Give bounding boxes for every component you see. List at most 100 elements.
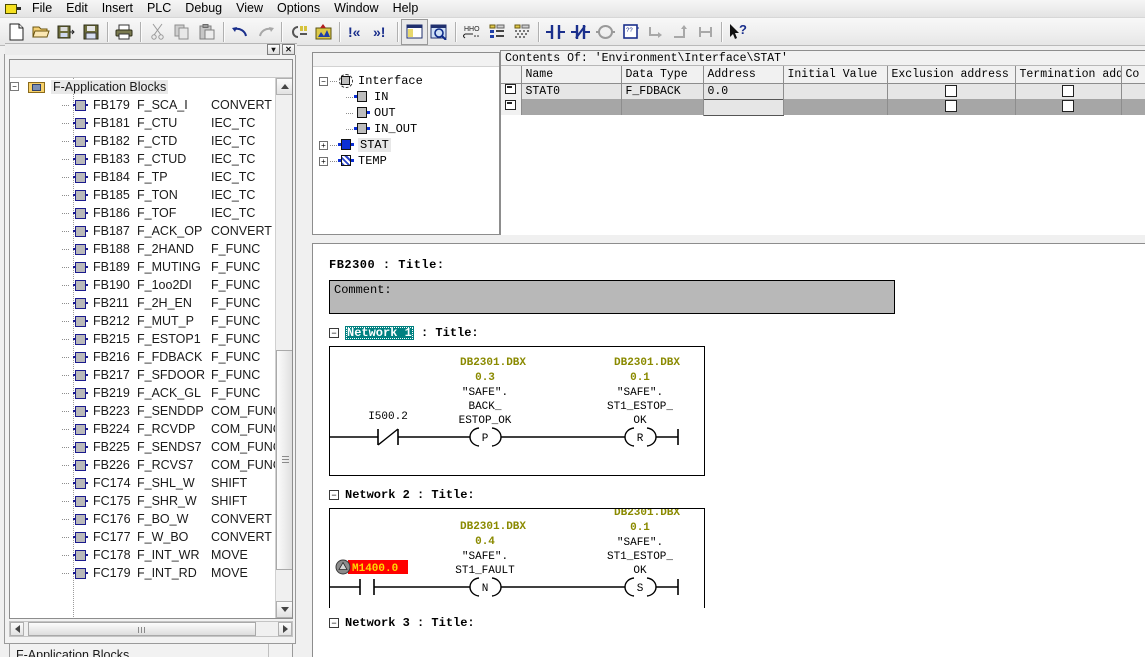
- undo-icon[interactable]: [228, 20, 253, 44]
- save-icon[interactable]: [79, 20, 104, 44]
- expander-icon[interactable]: −: [10, 82, 19, 91]
- cell-data-type[interactable]: [621, 99, 704, 115]
- redo-icon[interactable]: [253, 20, 278, 44]
- menu-item-help[interactable]: Help: [386, 0, 426, 17]
- menu-item-options[interactable]: Options: [270, 0, 327, 17]
- cell-data-type[interactable]: F_FDBACK: [621, 83, 704, 99]
- network-1-ladder-svg[interactable]: I500.2 DB2301.DBX 0.3 "SAFE". BACK_ ESTO…: [330, 347, 704, 475]
- cell-initial-value[interactable]: [783, 83, 888, 99]
- tree-item-fb215[interactable]: FB215 F_ESTOP1 F_FUNC: [10, 330, 276, 348]
- expander-icon[interactable]: +: [319, 156, 328, 166]
- termination-checkbox[interactable]: [1062, 84, 1074, 97]
- tree-item-fb184[interactable]: FB184 F_TP IEC_TC: [10, 168, 276, 186]
- block-tree-horizontal-scrollbar[interactable]: [9, 621, 293, 637]
- column-header-initial-value[interactable]: Initial Value: [783, 66, 888, 84]
- network-2-expander-icon[interactable]: −: [329, 490, 339, 500]
- vertical-scroll-thumb[interactable]: [276, 350, 292, 570]
- interface-item-stat[interactable]: + STAT: [313, 137, 499, 153]
- tree-item-fb185[interactable]: FB185 F_TON IEC_TC: [10, 186, 276, 204]
- no-contact-icon[interactable]: [543, 20, 568, 44]
- tree-item-fb226[interactable]: FB226 F_RCVS7 COM_FUNC: [10, 456, 282, 474]
- network-2-title[interactable]: Network 2 : Title:: [345, 488, 475, 502]
- horizontal-scroll-track[interactable]: [24, 622, 278, 636]
- tree-item-fb183[interactable]: FB183 F_CTUD IEC_TC: [10, 150, 276, 168]
- tree-item-fb224[interactable]: FB224 F_RCVDP COM_FUNC: [10, 420, 282, 438]
- print-icon[interactable]: [112, 20, 137, 44]
- tree-item-fc177[interactable]: FC177 F_W_BO CONVERT: [10, 528, 276, 546]
- tree-item-fc178[interactable]: FC178 F_INT_WR MOVE: [10, 546, 276, 564]
- cell-termination-address[interactable]: [1015, 83, 1122, 99]
- menu-item-insert[interactable]: Insert: [95, 0, 140, 17]
- cell-name[interactable]: STAT0: [521, 83, 622, 99]
- cell-termination-address[interactable]: [1015, 99, 1122, 115]
- expander-icon[interactable]: −: [319, 76, 328, 86]
- cell-exclusion-address[interactable]: [887, 99, 1016, 115]
- column-header-data-type[interactable]: Data Type: [621, 66, 704, 84]
- network-3-title[interactable]: Network 3 : Title:: [345, 616, 475, 630]
- cell-address-editor[interactable]: [702, 98, 784, 116]
- network-1-selected-label[interactable]: Network 1: [345, 326, 414, 340]
- tree-item-fb181[interactable]: FB181 F_CTU IEC_TC: [10, 114, 276, 132]
- parallel-branch-icon[interactable]: [693, 20, 718, 44]
- tree-item-fb182[interactable]: FB182 F_CTD IEC_TC: [10, 132, 276, 150]
- network-2-ladder-svg[interactable]: DB2301.DBX 0.4 "SAFE". ST1_FAULT DB2301.…: [330, 509, 704, 609]
- exclusion-checkbox[interactable]: [945, 84, 957, 97]
- tree-item-fc174[interactable]: FC174 F_SHL_W SHIFT: [10, 474, 276, 492]
- scroll-down-arrow-icon[interactable]: [276, 601, 292, 618]
- next-error-icon[interactable]: »!: [369, 20, 394, 44]
- network-2-rung[interactable]: DB2301.DBX 0.4 "SAFE". ST1_FAULT DB2301.…: [329, 508, 705, 608]
- interface-item-in[interactable]: IN: [313, 89, 499, 105]
- branch-open-icon[interactable]: [643, 20, 668, 44]
- network-3-expander-icon[interactable]: −: [329, 618, 339, 628]
- termination-checkbox[interactable]: [1062, 100, 1074, 113]
- tree-item-fb187[interactable]: FB187 F_ACK_OP CONVERT: [10, 222, 276, 240]
- open-icon[interactable]: [29, 20, 54, 44]
- interface-node-root[interactable]: − Interface: [313, 73, 499, 89]
- menu-item-plc[interactable]: PLC: [140, 0, 178, 17]
- empty-box-icon[interactable]: ??: [618, 20, 643, 44]
- tree-node-root[interactable]: − F-Application Blocks: [10, 78, 276, 96]
- tree-item-fb212[interactable]: FB212 F_MUT_P F_FUNC: [10, 312, 276, 330]
- table-row[interactable]: [501, 98, 1145, 116]
- paste-icon[interactable]: [195, 20, 220, 44]
- column-header-comment[interactable]: Co: [1121, 66, 1145, 84]
- tree-item-fb223[interactable]: FB223 F_SENDDP COM_FUNC: [10, 402, 282, 420]
- download-icon[interactable]: [286, 20, 311, 44]
- tree-item-fc179[interactable]: FC179 F_INT_RD MOVE: [10, 564, 276, 582]
- block-tree-vertical-scrollbar[interactable]: [275, 78, 292, 618]
- tree-item-fb186[interactable]: FB186 F_TOF IEC_TC: [10, 204, 276, 222]
- cell-exclusion-address[interactable]: [887, 83, 1016, 99]
- scroll-up-arrow-icon[interactable]: [276, 78, 292, 95]
- cell-comment[interactable]: [1121, 99, 1145, 115]
- interface-item-out[interactable]: OUT: [313, 105, 499, 121]
- menu-item-window[interactable]: Window: [327, 0, 385, 17]
- menu-item-debug[interactable]: Debug: [178, 0, 229, 17]
- menu-item-edit[interactable]: Edit: [59, 0, 95, 17]
- close-button[interactable]: ✕: [282, 44, 295, 55]
- overviews-icon[interactable]: [401, 18, 428, 45]
- menu-item-file[interactable]: File: [25, 0, 59, 17]
- block-tree-filter-bar[interactable]: [10, 60, 292, 78]
- prev-error-icon[interactable]: !«: [344, 20, 369, 44]
- symbol-info-icon[interactable]: [485, 20, 510, 44]
- tree-item-fc175[interactable]: FC175 F_SHR_W SHIFT: [10, 492, 276, 510]
- horizontal-scroll-thumb[interactable]: [28, 622, 256, 636]
- block-comment-box[interactable]: Comment:: [329, 280, 895, 314]
- scroll-left-arrow-icon[interactable]: [10, 622, 24, 636]
- tree-item-fb189[interactable]: FB189 F_MUTING F_FUNC: [10, 258, 276, 276]
- tree-item-fb211[interactable]: FB211 F_2H_EN F_FUNC: [10, 294, 276, 312]
- tree-item-fb179[interactable]: FB179 F_SCA_I CONVERT: [10, 96, 276, 114]
- column-header-address[interactable]: Address: [703, 66, 784, 84]
- scroll-right-arrow-icon[interactable]: [278, 622, 292, 636]
- output-coil-icon[interactable]: [593, 20, 618, 44]
- tree-item-fb216[interactable]: FB216 F_FDBACK F_FUNC: [10, 348, 276, 366]
- tree-item-fb188[interactable]: FB188 F_2HAND F_FUNC: [10, 240, 276, 258]
- interface-item-in-out[interactable]: IN_OUT: [313, 121, 499, 137]
- new-icon[interactable]: [4, 20, 29, 44]
- cell-initial-value[interactable]: [783, 99, 888, 115]
- interface-item-temp[interactable]: + TEMP: [313, 153, 499, 169]
- column-header-name[interactable]: Name: [521, 66, 622, 84]
- symbol-browse-icon[interactable]: [427, 20, 452, 44]
- tree-item-fc176[interactable]: FC176 F_BO_W CONVERT: [10, 510, 276, 528]
- column-header-termination-address[interactable]: Termination address: [1015, 66, 1122, 84]
